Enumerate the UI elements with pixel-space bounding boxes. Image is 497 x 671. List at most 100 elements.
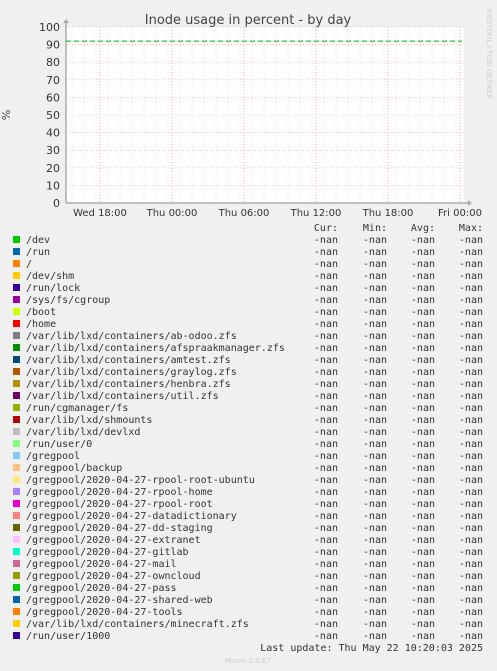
legend-row: /gregpool/2020-04-27-shared-web -nan -nan -… [13,595,483,606]
legend-value: -nan [459,595,483,606]
legend-row: /var/lib/lxd/containers/amtest.zfs -nan -n… [13,355,483,366]
y-axis-arrow [63,19,69,23]
legend-series-name: /var/lib/lxd/containers/henbra.zfs [26,379,231,390]
munin-version: Munin 2.0.67 [225,657,271,665]
legend-value: -nan [411,271,435,282]
legend-value: -nan [363,403,387,414]
legend-row: /gregpool/backup -nan -nan -nan -nan [13,463,483,474]
legend-swatch [13,440,20,447]
legend-value: -nan [411,307,435,318]
legend-value: -nan [363,343,387,354]
y-tick-label: 10 [46,179,60,192]
legend-value: -nan [363,535,387,546]
legend-value: -nan [363,355,387,366]
x-tick-label: Fri 00:00 [438,208,482,219]
legend-swatch [13,392,20,399]
legend-row: /gregpool -nan -nan -nan -nan [13,451,483,462]
legend-value: -nan [411,427,435,438]
legend-series-name: /var/lib/lxd/containers/afspraakmanager.… [26,343,285,354]
legend-series-name: /gregpool/2020-04-27-rpool-root [26,499,213,510]
legend-value: -nan [459,355,483,366]
legend-value: -nan [459,499,483,510]
legend-series-name: /gregpool/2020-04-27-shared-web [26,595,213,606]
legend-row: /gregpool/2020-04-27-datadictionary -nan -… [13,511,483,522]
legend-swatch [13,476,20,483]
legend-value: -nan [459,511,483,522]
legend-swatch [13,356,20,363]
legend-series-name: /var/lib/lxd/containers/util.zfs [26,391,219,402]
legend-row: /run -nan -nan -nan -nan [13,247,483,258]
legend-value: -nan [314,451,338,462]
legend-value: -nan [363,295,387,306]
legend-value: -nan [459,331,483,342]
legend-value: -nan [411,511,435,522]
legend-value: -nan [459,391,483,402]
y-tick-label: 30 [46,144,60,157]
legend-row: /var/lib/lxd/shmounts -nan -nan -nan -nan [13,415,483,426]
rrdtool-side-label: RRDTOOL / TOBI OETIKER [485,9,493,99]
legend-row: /sys/fs/cgroup -nan -nan -nan -nan [13,295,483,306]
legend-header: Avg: [411,223,435,234]
legend-value: -nan [363,499,387,510]
legend-value: -nan [459,571,483,582]
legend-value: -nan [363,415,387,426]
legend: Cur: Min: Avg: Max:/dev -nan -nan -nan -nan/run… [13,223,483,642]
legend-row: / -nan -nan -nan -nan [13,259,483,270]
legend-row: /gregpool/2020-04-27-owncloud -nan -nan -na… [13,571,483,582]
legend-value: -nan [363,619,387,630]
legend-header: Max: [459,223,483,234]
legend-value: -nan [459,535,483,546]
legend-swatch [13,632,20,639]
legend-value: -nan [411,499,435,510]
legend-value: -nan [459,487,483,498]
legend-swatch [13,296,20,303]
legend-series-name: /var/lib/lxd/containers/minecraft.zfs [26,619,249,630]
x-tick-label: Wed 18:00 [73,208,127,219]
y-tick-label: 20 [46,162,60,175]
legend-swatch [13,512,20,519]
legend-row: /run/user/1000 -nan -nan -nan -nan [13,631,483,642]
legend-swatch [13,404,20,411]
legend-series-name: /gregpool/2020-04-27-rpool-root-ubuntu [26,475,255,486]
legend-value: -nan [411,343,435,354]
legend-row: /var/lib/lxd/containers/henbra.zfs -nan -n… [13,379,483,390]
legend-value: -nan [363,427,387,438]
legend-value: -nan [459,631,483,642]
legend-value: -nan [411,571,435,582]
legend-row: /home -nan -nan -nan -nan [13,319,483,330]
legend-swatch [13,344,20,351]
legend-series-name: /gregpool/2020-04-27-gitlab [26,547,189,558]
x-tick-label: Thu 06:00 [218,208,270,219]
legend-value: -nan [411,523,435,534]
y-tick-label: 0 [53,197,60,210]
legend-swatch [13,332,20,339]
legend-value: -nan [363,547,387,558]
legend-value: -nan [411,283,435,294]
legend-value: -nan [363,595,387,606]
legend-value: -nan [459,619,483,630]
x-axis-arrow [468,200,472,206]
legend-row: /boot -nan -nan -nan -nan [13,307,483,318]
legend-series-name: /gregpool/2020-04-27-dd-staging [26,523,213,534]
legend-swatch [13,368,20,375]
legend-value: -nan [459,259,483,270]
legend-value: -nan [363,259,387,270]
legend-value: -nan [411,403,435,414]
legend-value: -nan [459,307,483,318]
legend-swatch [13,308,20,315]
legend-value: -nan [363,283,387,294]
legend-swatch [13,584,20,591]
legend-value: -nan [459,319,483,330]
legend-value: -nan [314,415,338,426]
legend-value: -nan [314,367,338,378]
legend-series-name: /dev/shm [26,271,74,282]
legend-swatch [13,608,20,615]
legend-series-name: /run/lock [26,283,80,294]
y-tick-label: 90 [46,39,60,52]
legend-value: -nan [314,391,338,402]
legend-value: -nan [459,583,483,594]
legend-value: -nan [363,391,387,402]
y-tick-label: 100 [39,21,60,34]
legend-value: -nan [411,355,435,366]
legend-row: /gregpool/2020-04-27-rpool-root -nan -nan -… [13,499,483,510]
